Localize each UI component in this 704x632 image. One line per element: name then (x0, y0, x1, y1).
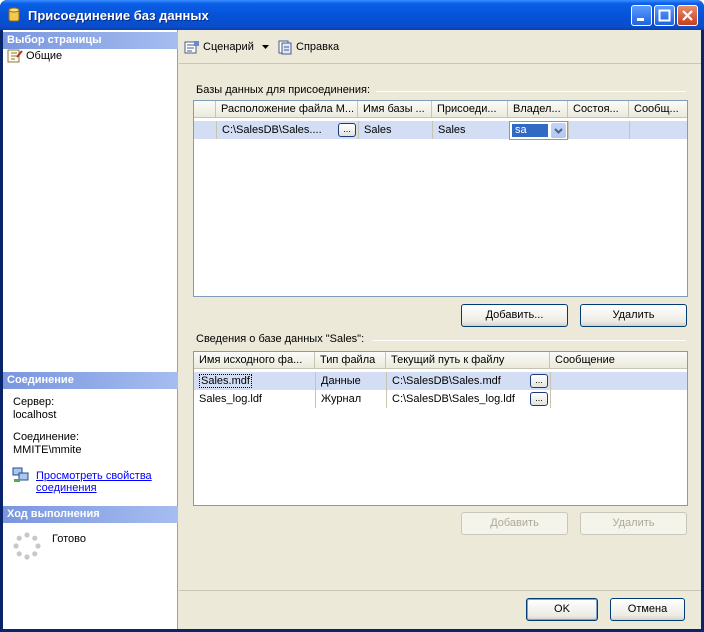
progress-header: Ход выполнения (3, 506, 178, 523)
cell-file-type: Журнал (315, 390, 386, 408)
connection-value: MMITE\mmite (13, 444, 82, 456)
column-header-location[interactable]: Расположение файла M... (216, 101, 358, 118)
connection-icon (12, 467, 29, 482)
owner-dropdown-button[interactable] (551, 123, 566, 138)
cell-status (568, 121, 629, 139)
details-group-label: Сведения о базе данных "Sales": (196, 333, 365, 345)
ok-button[interactable]: OK (526, 598, 598, 621)
help-button[interactable]: Справка (277, 39, 339, 55)
link-line-1: Просмотреть свойства (36, 470, 152, 482)
database-icon (8, 7, 20, 22)
owner-select[interactable]: sa (509, 121, 568, 140)
help-label: Справка (296, 41, 340, 53)
browse-location-button[interactable]: ... (338, 123, 356, 137)
close-button[interactable] (677, 5, 698, 26)
minimize-button[interactable] (631, 5, 652, 26)
browse-path-button[interactable]: ... (530, 374, 548, 388)
attach-databases-grid[interactable]: Расположение файла M... Имя базы ... При… (193, 100, 688, 297)
source-file-name: Sales.mdf (199, 374, 252, 388)
server-value: localhost (13, 409, 57, 421)
script-label: Сценарий (203, 41, 254, 53)
owner-select-value: sa (512, 124, 548, 137)
cell-file-type: Данные (315, 372, 386, 390)
dropdown-arrow-icon[interactable] (261, 43, 270, 51)
maximize-button[interactable] (654, 5, 675, 26)
view-connection-properties-link[interactable]: Просмотреть свойства соединения (36, 470, 152, 494)
details-group-divider (372, 340, 686, 341)
title-bar[interactable]: Присоединение баз данных (0, 0, 704, 30)
cell-current-path: C:\SalesDB\Sales_log.ldf (386, 390, 550, 408)
column-header-owner[interactable]: Владел... (508, 101, 568, 118)
cell-current-path: C:\SalesDB\Sales.mdf (386, 372, 550, 390)
column-header-current-path[interactable]: Текущий путь к файлу (386, 352, 550, 369)
window-title: Присоединение баз данных (28, 8, 209, 23)
remove-database-button[interactable]: Удалить (580, 304, 687, 327)
connection-header: Соединение (3, 372, 178, 389)
help-icon (278, 40, 292, 54)
column-header-db-name[interactable]: Имя базы ... (358, 101, 432, 118)
chevron-down-icon (554, 128, 563, 134)
grid-corner-header (194, 101, 216, 118)
script-icon (184, 40, 199, 53)
column-header-message[interactable]: Сообщ... (629, 101, 687, 118)
add-database-button[interactable]: Добавить... (461, 304, 568, 327)
cell-file-message (550, 390, 687, 408)
cell-db-name: Sales (358, 121, 432, 139)
script-button[interactable]: Сценарий (184, 39, 270, 55)
connection-label: Соединение: (13, 431, 80, 443)
select-page-header: Выбор страницы (3, 32, 178, 49)
link-line-2: соединения (36, 482, 97, 494)
column-header-attach-as[interactable]: Присоеди... (432, 101, 508, 118)
column-header-source-file[interactable]: Имя исходного фа... (194, 352, 315, 369)
cell-location: C:\SalesDB\Sales.... (216, 121, 342, 139)
maximize-icon (658, 9, 671, 22)
attach-group-label: Базы данных для присоединения: (196, 84, 371, 96)
right-pane: Сценарий Справка Базы данных для присоед… (179, 30, 701, 629)
add-file-button[interactable]: Добавить (461, 512, 568, 535)
page-item-general[interactable]: Общие (7, 49, 62, 63)
database-files-grid[interactable]: Имя исходного фа... Тип файла Текущий пу… (193, 351, 688, 506)
minimize-icon (637, 18, 644, 21)
progress-spinner-icon (13, 532, 41, 560)
page-icon (7, 49, 23, 63)
page-item-label: Общие (26, 50, 63, 62)
column-header-status[interactable]: Состоя... (568, 101, 629, 118)
attach-group-divider (376, 91, 686, 92)
dialog-footer: OK Отмена (179, 590, 701, 629)
column-header-file-type[interactable]: Тип файла (315, 352, 386, 369)
progress-status: Готово (52, 533, 86, 545)
attach-database-window: Присоединение баз данных Выбор страницы … (0, 0, 704, 632)
cell-source-file[interactable]: Sales_log.ldf (194, 390, 315, 408)
cell-file-message (550, 372, 687, 390)
remove-file-button[interactable]: Удалить (580, 512, 687, 535)
server-label: Сервер: (13, 396, 55, 408)
column-header-file-message[interactable]: Сообщение (550, 352, 687, 369)
cell-message (629, 121, 687, 139)
dialog-body: Выбор страницы Общие Соединение Сервер: … (3, 30, 701, 629)
cancel-button[interactable]: Отмена (610, 598, 685, 621)
browse-path-button[interactable]: ... (530, 392, 548, 406)
cell-source-file[interactable]: Sales.mdf (194, 372, 315, 390)
toolbar: Сценарий Справка (179, 30, 701, 64)
close-icon (682, 10, 693, 21)
left-pane: Выбор страницы Общие Соединение Сервер: … (3, 30, 178, 629)
cell-attach-as[interactable]: Sales (432, 121, 508, 139)
